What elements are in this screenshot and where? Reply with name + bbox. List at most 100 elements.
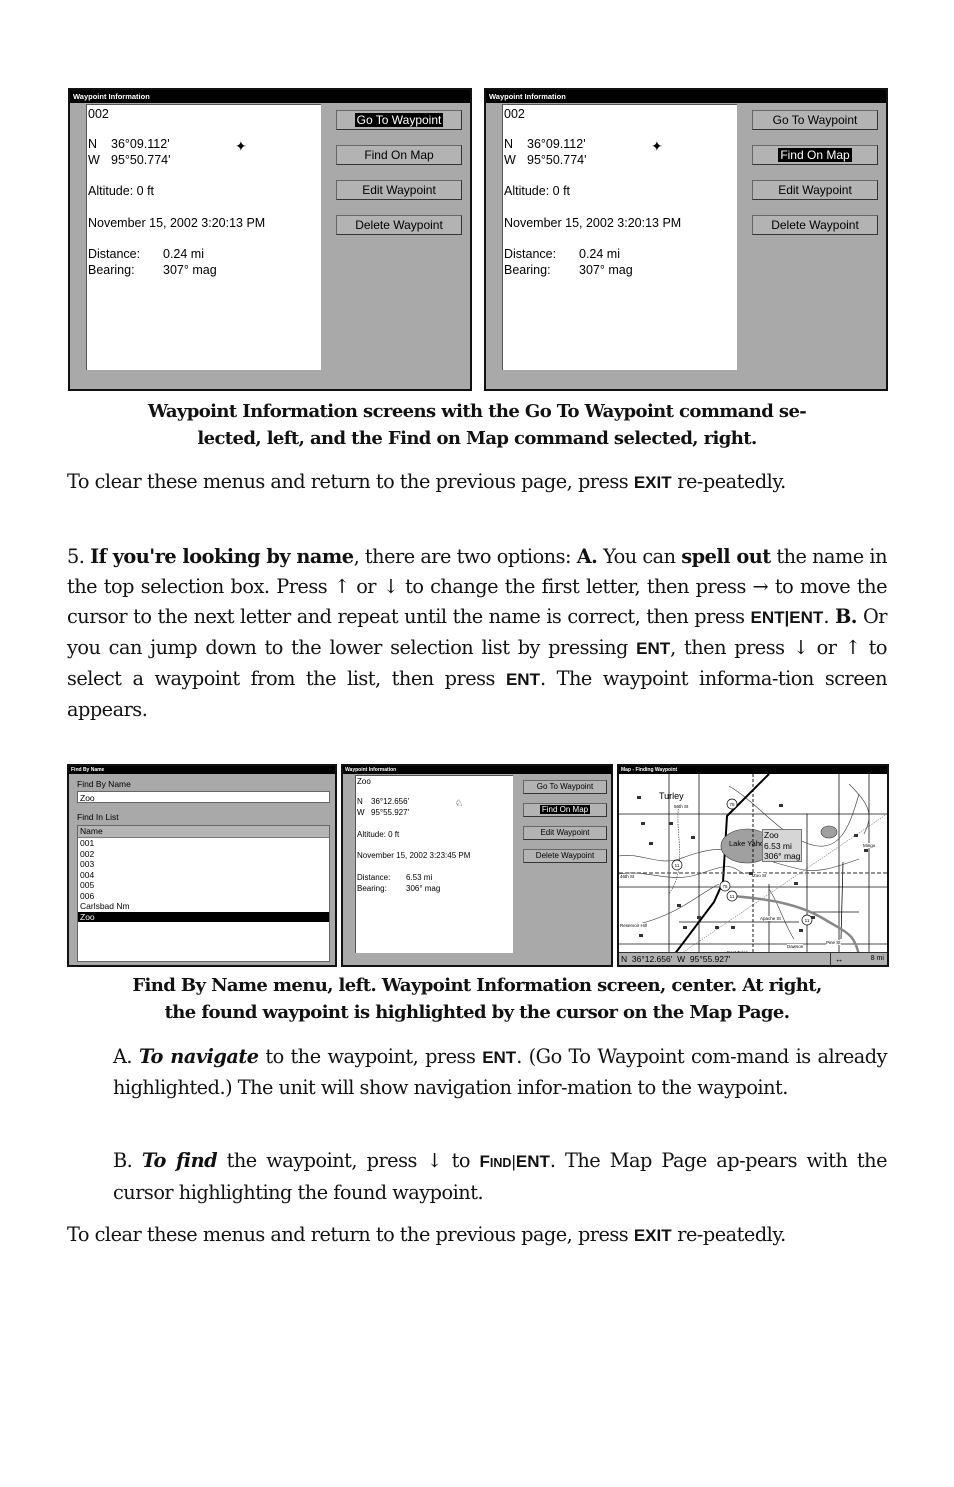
step-b-find: B. To find the waypoint, press ↓ to FIND… xyxy=(113,1149,888,1204)
lon-prefix: W xyxy=(357,808,365,817)
distance-value: 0.24 mi xyxy=(163,247,204,261)
waypoint-details-panel: 002 N 36°09.112' W 95°50.774' ✦ Altitude… xyxy=(86,104,321,370)
shield-label: 11 xyxy=(730,894,735,899)
lat-prefix: N xyxy=(504,137,514,151)
poi-marker xyxy=(697,916,701,919)
paragraph-exit-instruction: To clear these menus and return to the p… xyxy=(67,470,786,493)
delete-waypoint-button[interactable]: Delete Waypoint xyxy=(523,849,607,863)
name-input[interactable]: Zoo xyxy=(77,791,330,803)
popup-name: Zoo xyxy=(764,830,779,840)
key-ent: ENT xyxy=(482,1048,517,1067)
poi-marker xyxy=(864,849,868,852)
bearing-label: Bearing: xyxy=(357,884,387,893)
shield-label: 75 xyxy=(722,884,728,889)
waypoint-info-screen-center: Waypoint Information Zoo N 36°12.656' W … xyxy=(341,764,613,967)
waypoint-name: 002 xyxy=(504,107,525,121)
paragraph-search-by-name: 5. If you're looking by name, there are … xyxy=(67,545,888,721)
list-item-selected[interactable]: Zoo xyxy=(78,911,329,922)
latitude: 36°12.656' xyxy=(371,797,410,806)
map-label-hill: Reservoir Hill xyxy=(620,923,647,928)
caption-line: the found waypoint is highlighted by the… xyxy=(164,1002,790,1023)
figure1-caption: Waypoint Information screens with the Go… xyxy=(66,398,888,452)
find-in-list-label: Find In List xyxy=(77,812,119,822)
status-coordinates: N 36°12.656' W 95°55.927' xyxy=(621,954,731,964)
bearing-value: 306° mag xyxy=(406,884,441,893)
zoom-range-icon: ↔ xyxy=(835,954,844,964)
list-item[interactable]: 005 xyxy=(78,880,329,891)
altitude: Altitude: 0 ft xyxy=(357,830,400,839)
bearing-label: Bearing: xyxy=(88,263,135,277)
list-item[interactable]: 001 xyxy=(78,838,329,849)
zoom-range-value: 8 mi xyxy=(870,955,884,962)
key-find-ent: FIND|ENT xyxy=(479,1152,550,1171)
bearing-value: 307° mag xyxy=(579,263,633,277)
lon-prefix: W xyxy=(88,153,100,167)
latitude: 36°09.112' xyxy=(111,137,170,151)
step-a-navigate: A. To navigate to the waypoint, press EN… xyxy=(113,1045,887,1099)
poi-markers xyxy=(637,796,868,937)
find-by-name-screen: Find By Name Find By Name Zoo Find In Li… xyxy=(67,764,337,967)
list-header: Name xyxy=(78,826,329,838)
creek xyxy=(768,888,795,940)
list-item[interactable]: 003 xyxy=(78,859,329,870)
datetime: November 15, 2002 3:20:13 PM xyxy=(88,216,266,230)
list-item[interactable]: 006 xyxy=(78,891,329,902)
waypoint-info-screen-right: Waypoint Information 002 N 36°09.112' W … xyxy=(484,88,888,391)
poi-marker xyxy=(641,822,645,825)
map-label-56th-st: 56th St xyxy=(674,804,689,809)
key-ent: ENT xyxy=(505,670,540,689)
find-on-map-button[interactable]: Find On Map xyxy=(523,803,607,817)
delete-waypoint-button[interactable]: Delete Waypoint xyxy=(336,215,462,235)
list-item[interactable]: 004 xyxy=(78,870,329,881)
altitude: Altitude: 0 ft xyxy=(88,184,155,198)
paragraph-exit-instruction-2: To clear these menus and return to the p… xyxy=(67,1223,786,1246)
list-item[interactable]: 002 xyxy=(78,849,329,860)
screen-title: Waypoint Information xyxy=(486,90,886,103)
shield-label: 75 xyxy=(729,802,735,807)
latitude: 36°09.112' xyxy=(527,137,586,151)
zoom-range: ↔ 8 mi xyxy=(830,953,887,965)
find-on-map-button[interactable]: Find On Map xyxy=(752,145,878,165)
shield-label: 11 xyxy=(675,863,680,868)
waypoint-details-panel: 002 N 36°09.112' W 95°50.774' ✦ Altitude… xyxy=(502,104,737,370)
edit-waypoint-button[interactable]: Edit Waypoint xyxy=(336,180,462,200)
go-to-waypoint-button[interactable]: Go To Waypoint xyxy=(523,780,607,794)
poi-marker xyxy=(794,882,798,885)
go-to-waypoint-button[interactable]: Go To Waypoint xyxy=(752,110,878,130)
waypoint-name: Zoo xyxy=(357,777,371,786)
map-status-bar: N 36°12.656' W 95°55.927' ↔ 8 mi xyxy=(619,952,887,965)
screen-title: Waypoint Information xyxy=(70,90,470,103)
popup-distance: 6.53 mi xyxy=(764,840,792,851)
map-canvas[interactable]: 75 75 11 11 11 xyxy=(619,774,887,955)
delete-waypoint-button[interactable]: Delete Waypoint xyxy=(752,215,878,235)
pond xyxy=(820,825,838,839)
screen-title: Map - Finding Waypoint xyxy=(619,766,887,774)
map-label-pine-st: Pine St xyxy=(826,940,841,945)
map-label-dawson: Dawson xyxy=(787,944,804,949)
map-label-turley: Turley xyxy=(659,791,684,801)
poi-marker xyxy=(731,926,735,929)
poi-marker xyxy=(715,926,719,929)
poi-marker xyxy=(691,836,695,839)
list-item[interactable]: Carlsbad Nm xyxy=(78,901,329,912)
edit-waypoint-button[interactable]: Edit Waypoint xyxy=(523,826,607,840)
poi-marker xyxy=(811,916,815,919)
map-label-apache-st: Apache St xyxy=(760,916,781,921)
poi-marker xyxy=(637,796,641,799)
waypoint-name: 002 xyxy=(88,107,109,121)
datetime: November 15, 2002 3:23:45 PM xyxy=(357,851,471,860)
waypoint-list: Name 001 002 003 004 005 006 Carlsbad Nm… xyxy=(77,825,330,962)
find-on-map-button[interactable]: Find On Map xyxy=(336,145,462,165)
edit-waypoint-button[interactable]: Edit Waypoint xyxy=(752,180,878,200)
distance-value: 0.24 mi xyxy=(579,247,620,261)
lat-prefix: N xyxy=(357,797,363,806)
bearing-value: 307° mag xyxy=(163,263,217,277)
find-by-name-label: Find By Name xyxy=(77,779,131,789)
popup-bearing: 306° mag xyxy=(764,851,801,861)
creek xyxy=(619,866,745,878)
poi-marker xyxy=(683,926,687,929)
go-to-waypoint-button[interactable]: Go To Waypoint xyxy=(336,110,462,130)
waypoint-symbol-icon: ✦ xyxy=(235,138,247,154)
poi-marker xyxy=(639,934,643,937)
longitude: 95°50.774' xyxy=(527,153,587,167)
